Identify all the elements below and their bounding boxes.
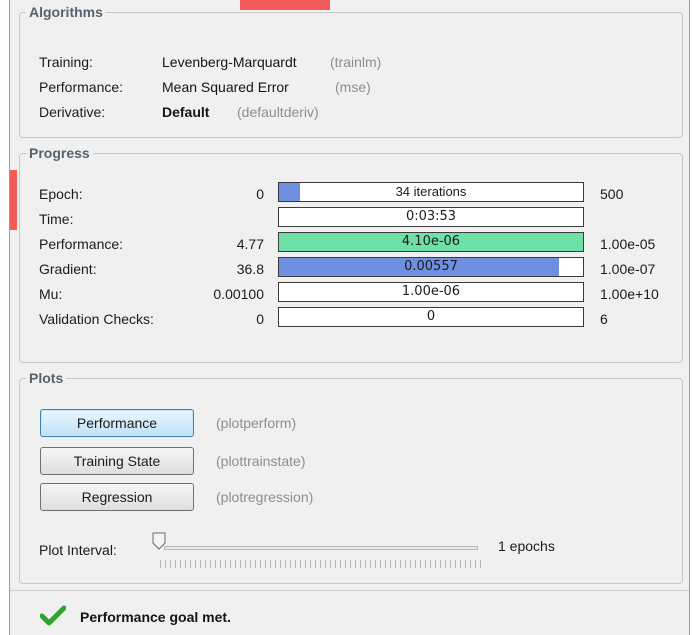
training-code: (trainlm): [330, 54, 382, 70]
epoch-start: 0: [256, 186, 264, 202]
performance-progress-bar: 4.10e-06: [278, 232, 584, 252]
epoch-end: 500: [600, 186, 624, 202]
mu-progress-text: 1.00e-06: [401, 284, 461, 299]
time-progress-bar: 0:03:53: [278, 207, 584, 227]
plot-interval-slider-ticks: [160, 560, 482, 568]
progress-panel: Progress: [19, 145, 683, 363]
gradient-progress-text: 0.00557: [404, 259, 458, 274]
epoch-progress-bar: 34 iterations: [278, 182, 584, 202]
epoch-progress-text: 34 iterations: [395, 184, 467, 199]
plot-regression-code: (plotregression): [216, 489, 314, 505]
derivative-label: Derivative:: [39, 104, 106, 120]
plot-training-state-code: (plottrainstate): [216, 453, 306, 469]
derivative-code: (defaultderiv): [237, 104, 319, 120]
time-label: Time:: [39, 211, 74, 227]
plot-training-state-button[interactable]: Training State: [40, 447, 194, 475]
performance-label: Performance:: [39, 79, 124, 95]
mu-label: Mu:: [39, 286, 63, 302]
plot-interval-value: 1 epochs: [498, 538, 555, 554]
gradient-start: 36.8: [236, 261, 264, 277]
validation-checks-label: Validation Checks:: [39, 311, 154, 327]
plot-performance-code: (plotperform): [216, 415, 297, 431]
epoch-label: Epoch:: [39, 186, 83, 202]
performance-progress-text: 4.10e-06: [401, 234, 461, 249]
plot-interval-slider-thumb[interactable]: [152, 532, 166, 550]
training-window: Algorithms Training: Levenberg-Marquardt…: [9, 0, 690, 635]
plot-regression-button[interactable]: Regression: [40, 483, 194, 511]
plot-interval-slider-track[interactable]: [164, 546, 478, 550]
performance-value: Mean Squared Error: [162, 79, 289, 95]
performance-end: 1.00e-05: [600, 236, 656, 252]
performance-progress-label: Performance:: [39, 236, 124, 252]
algorithms-panel: Algorithms: [19, 4, 683, 138]
derivative-value: Default: [162, 104, 210, 120]
background-mark-left: [10, 170, 17, 230]
training-value: Levenberg-Marquardt: [162, 54, 297, 70]
checkmark-icon: [40, 605, 66, 626]
algorithms-title: Algorithms: [29, 4, 103, 20]
gradient-end: 1.00e-07: [600, 261, 656, 277]
mu-start: 0.00100: [213, 286, 264, 302]
plots-title: Plots: [29, 370, 64, 386]
validation-checks-progress-bar: 0: [278, 307, 584, 327]
validation-checks-start: 0: [256, 311, 264, 327]
training-label: Training:: [39, 54, 93, 70]
progress-title: Progress: [29, 145, 90, 161]
gradient-progress-bar: 0.00557: [278, 257, 584, 277]
mu-end: 1.00e+10: [600, 286, 659, 302]
time-progress-text: 0:03:53: [405, 209, 457, 224]
validation-checks-end: 6: [600, 311, 608, 327]
plot-interval-label: Plot Interval:: [39, 542, 117, 558]
performance-start: 4.77: [236, 236, 264, 252]
status-separator: [10, 590, 689, 591]
plot-performance-button[interactable]: Performance: [40, 409, 194, 437]
performance-code: (mse): [335, 79, 371, 95]
mu-progress-bar: 1.00e-06: [278, 282, 584, 302]
plots-panel: Plots: [19, 370, 683, 584]
validation-checks-progress-text: 0: [426, 309, 436, 324]
gradient-label: Gradient:: [39, 261, 97, 277]
status-message: Performance goal met.: [80, 609, 231, 625]
